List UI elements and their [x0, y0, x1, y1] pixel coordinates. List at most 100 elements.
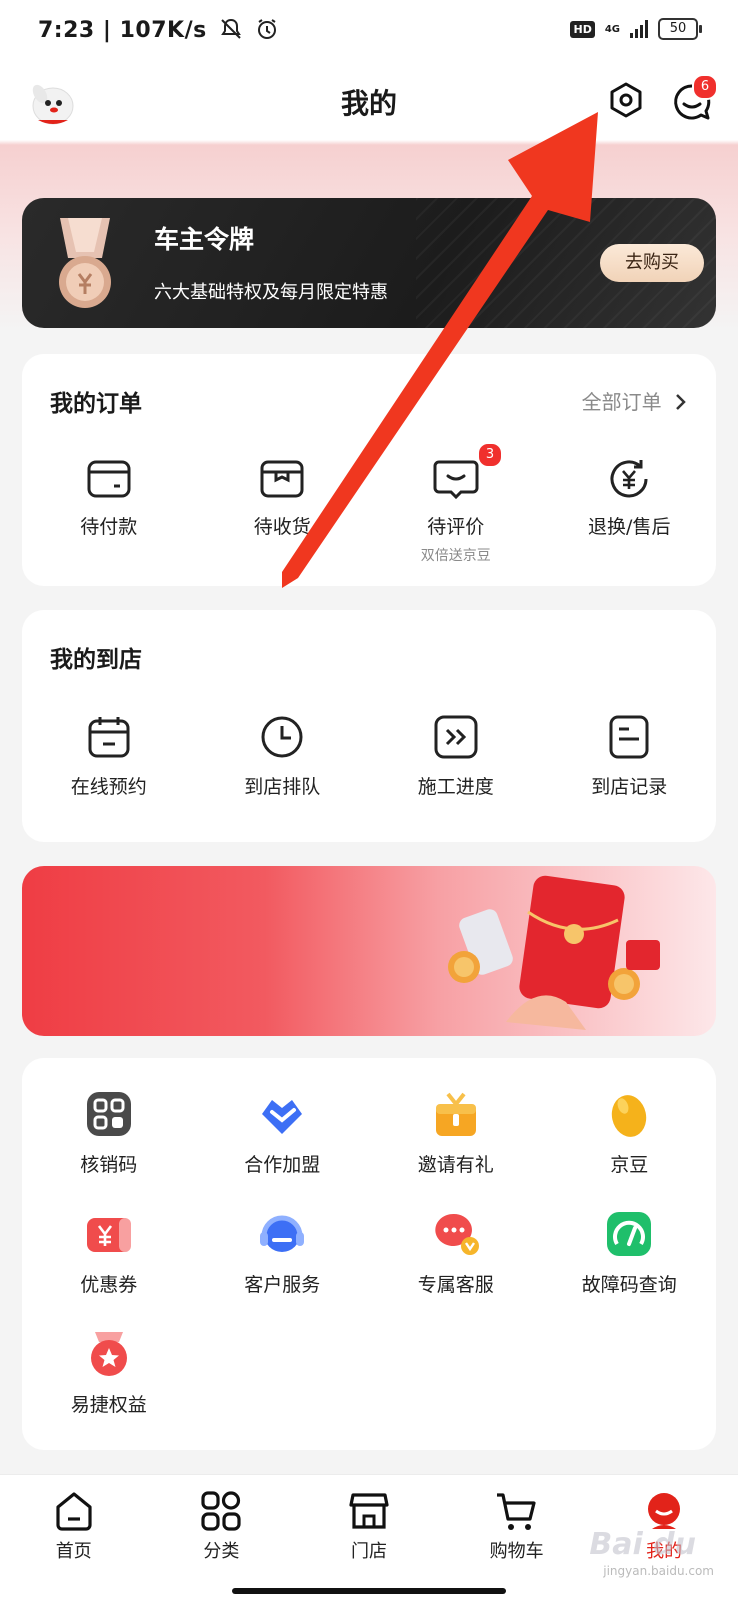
tab-category[interactable]: 分类 — [148, 1489, 296, 1563]
battery-icon: 50 — [658, 18, 702, 40]
store-item-label: 在线预约 — [70, 776, 147, 798]
qr-code-icon — [86, 1092, 131, 1136]
service-label: 易捷权益 — [70, 1394, 147, 1416]
network-type: 4G — [604, 23, 620, 35]
service-dedicated-support[interactable]: 专属客服 — [369, 1210, 543, 1297]
store-title: 我的到店 — [50, 647, 142, 673]
red-envelope-illustration — [448, 875, 660, 1030]
order-item-label: 退换/售后 — [588, 516, 671, 538]
category-icon — [201, 1491, 241, 1531]
vip-banner[interactable]: 车主令牌 六大基础特权及每月限定特惠 去购买 — [22, 198, 716, 328]
calendar-icon — [88, 717, 130, 758]
vip-title: 车主令牌 — [154, 225, 255, 254]
order-pending-receipt[interactable]: 待收货 — [196, 458, 370, 565]
tab-label: 首页 — [55, 1541, 92, 1562]
service-label: 客户服务 — [244, 1274, 321, 1296]
service-label: 核销码 — [80, 1154, 138, 1176]
store-icon — [349, 1493, 389, 1529]
coupon-icon — [86, 1218, 131, 1252]
service-label: 邀请有礼 — [417, 1154, 494, 1176]
promo-banner[interactable] — [22, 866, 716, 1036]
review-icon — [433, 460, 479, 500]
message-button[interactable]: 6 — [670, 74, 718, 124]
store-online-booking[interactable]: 在线预约 — [22, 714, 196, 799]
wallet-icon — [87, 460, 131, 498]
services-card: 核销码 合作加盟 邀请有礼 京豆 优惠券 客户服务 专属客服 故障码查询 易捷权… — [22, 1058, 716, 1450]
chevron-right-icon — [676, 394, 686, 410]
tab-label: 分类 — [203, 1541, 240, 1562]
gift-icon — [435, 1092, 476, 1136]
service-label: 优惠券 — [80, 1274, 138, 1296]
order-item-label: 待收货 — [253, 516, 311, 538]
status-indicators: HD 4G 50 — [570, 18, 702, 40]
medal-icon — [90, 1332, 127, 1376]
order-pending-payment[interactable]: 待付款 — [22, 458, 196, 565]
orders-grid: 待付款 待收货 3 待评价 双倍送京豆 退换/售后 — [22, 442, 717, 565]
tab-store[interactable]: 门店 — [295, 1489, 443, 1563]
vip-medal-icon — [59, 218, 111, 308]
service-verification-code[interactable]: 核销码 — [22, 1090, 196, 1177]
chat-vip-icon — [435, 1213, 479, 1255]
record-icon — [609, 715, 649, 759]
bean-icon — [612, 1095, 647, 1137]
service-label: 京豆 — [610, 1154, 649, 1176]
orders-title: 我的订单 — [50, 391, 142, 417]
service-yijie-rights[interactable]: 易捷权益 — [22, 1330, 196, 1417]
store-item-label: 施工进度 — [417, 776, 494, 798]
store-grid: 在线预约 到店排队 施工进度 到店记录 — [22, 714, 716, 799]
tab-home[interactable]: 首页 — [0, 1489, 148, 1563]
clock-icon — [261, 716, 303, 758]
settings-icon[interactable] — [606, 80, 646, 120]
orders-card: 我的订单 全部订单 待付款 待收货 3 待评价 双倍送京豆 退换/售后 — [22, 354, 716, 586]
all-orders-link[interactable]: 全部订单 — [582, 386, 688, 415]
service-label: 合作加盟 — [244, 1154, 321, 1176]
tab-label: 购物车 — [489, 1541, 544, 1562]
store-queue[interactable]: 到店排队 — [196, 714, 370, 799]
message-badge: 6 — [692, 74, 718, 100]
order-item-label: 待付款 — [80, 516, 138, 538]
home-icon — [56, 1492, 92, 1531]
services-row: 核销码 合作加盟 邀请有礼 京豆 — [22, 1090, 716, 1177]
handshake-icon — [262, 1100, 303, 1134]
store-item-label: 到店记录 — [591, 776, 668, 798]
order-refund[interactable]: 退换/售后 — [543, 458, 717, 565]
order-pending-review[interactable]: 3 待评价 双倍送京豆 — [369, 442, 543, 565]
hd-indicator: HD — [570, 20, 595, 38]
services-row: 优惠券 客户服务 专属客服 故障码查询 — [22, 1210, 716, 1297]
status-bar: 7:23 | 107K/s HD 4G 50 — [0, 0, 738, 62]
service-invite[interactable]: 邀请有礼 — [369, 1090, 543, 1177]
store-item-label: 到店排队 — [244, 776, 321, 798]
tab-label: 门店 — [350, 1541, 387, 1562]
service-label: 专属客服 — [417, 1274, 494, 1296]
store-card: 我的到店 在线预约 到店排队 施工进度 到店记录 — [22, 610, 716, 842]
buy-button[interactable]: 去购买 — [600, 244, 704, 282]
review-promo-text: 双倍送京豆 — [420, 548, 491, 564]
alarm-icon — [258, 19, 277, 39]
service-fault-code[interactable]: 故障码查询 — [543, 1210, 717, 1297]
vip-subtitle: 六大基础特权及每月限定特惠 — [154, 282, 388, 303]
status-time: 7:23 | 107K/s — [38, 18, 279, 43]
store-progress[interactable]: 施工进度 — [369, 714, 543, 799]
fault-code-icon — [607, 1212, 652, 1256]
progress-icon — [434, 715, 478, 759]
page-header: 我的 6 — [0, 62, 738, 140]
watermark-logo: Bai du — [589, 1527, 696, 1562]
service-coupons[interactable]: 优惠券 — [22, 1210, 196, 1297]
home-indicator — [232, 1588, 506, 1594]
service-customer-service[interactable]: 客户服务 — [196, 1210, 370, 1297]
mute-icon — [221, 18, 241, 39]
review-badge: 3 — [477, 442, 503, 468]
refund-icon — [610, 460, 648, 498]
tab-cart[interactable]: 购物车 — [443, 1489, 591, 1563]
watermark-text: jingyan.baidu.com — [603, 1564, 714, 1578]
cart-icon — [496, 1493, 536, 1530]
service-label: 故障码查询 — [581, 1274, 677, 1296]
services-row: 易捷权益 — [22, 1330, 716, 1417]
service-franchise[interactable]: 合作加盟 — [196, 1090, 370, 1177]
order-item-label: 待评价 — [427, 516, 485, 538]
service-jd-beans[interactable]: 京豆 — [543, 1090, 717, 1177]
store-records[interactable]: 到店记录 — [543, 714, 717, 799]
package-icon — [260, 460, 304, 498]
headset-icon — [260, 1215, 305, 1252]
signal-icon — [630, 20, 648, 38]
